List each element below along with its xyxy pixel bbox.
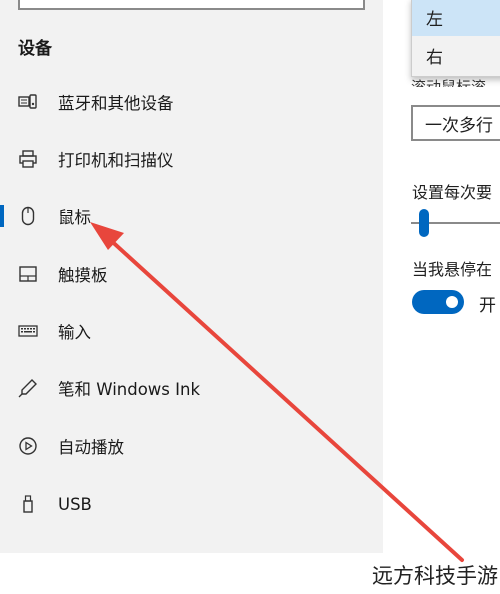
- autoplay-icon: [18, 436, 38, 456]
- watermark-text: 远方科技手游: [372, 564, 498, 588]
- sidebar-item-label: 蓝牙和其他设备: [58, 94, 174, 113]
- scroll-amount-select[interactable]: 一次多行: [411, 105, 500, 141]
- sidebar-item-touchpad[interactable]: 触摸板: [0, 254, 383, 294]
- sidebar-item-pen[interactable]: 笔和 Windows Ink: [0, 368, 383, 408]
- pen-icon: [18, 378, 38, 398]
- dropdown-option-left[interactable]: 左: [412, 0, 500, 36]
- keyboard-icon: [18, 321, 38, 341]
- mouse-settings-pane: 左 右 滚动鼠标滚 一次多行 设置每次要 当我悬停在 开: [383, 0, 500, 553]
- sidebar-item-label: 笔和 Windows Ink: [58, 380, 201, 399]
- hover-scroll-label: 当我悬停在: [412, 260, 493, 279]
- sidebar-item-label: 触摸板: [58, 266, 108, 285]
- sidebar-item-label: 鼠标: [58, 208, 91, 227]
- active-indicator: [0, 205, 4, 227]
- sidebar-item-mouse[interactable]: 鼠标: [0, 196, 383, 236]
- mouse-icon: [18, 206, 38, 226]
- sidebar-item-autoplay[interactable]: 自动播放: [0, 426, 383, 466]
- lines-to-scroll-label: 设置每次要: [412, 183, 493, 202]
- sidebar-item-label: 自动播放: [58, 438, 124, 457]
- sidebar-item-printers[interactable]: 打印机和扫描仪: [0, 139, 383, 179]
- primary-button-dropdown-list[interactable]: 左 右: [411, 0, 500, 77]
- lines-slider-thumb[interactable]: [419, 209, 429, 237]
- dropdown-option-right[interactable]: 右: [412, 36, 500, 74]
- sidebar-item-label: 输入: [58, 323, 91, 342]
- search-input[interactable]: [18, 0, 365, 10]
- settings-sidebar: 设备 蓝牙和其他设备 打印机和扫描仪 鼠标 触摸板 输入 笔和 Windows …: [0, 0, 383, 553]
- usb-icon: [18, 494, 38, 514]
- hover-scroll-toggle[interactable]: [412, 290, 464, 314]
- sidebar-item-typing[interactable]: 输入: [0, 311, 383, 351]
- toggle-state-label: 开: [479, 296, 496, 316]
- touchpad-icon: [18, 264, 38, 284]
- bluetooth-devices-icon: [18, 92, 38, 112]
- printer-icon: [18, 149, 38, 169]
- toggle-knob: [446, 296, 458, 308]
- sidebar-item-label: 打印机和扫描仪: [58, 151, 174, 170]
- scroll-setting-label: 滚动鼠标滚: [411, 78, 487, 87]
- sidebar-item-usb[interactable]: USB: [0, 484, 383, 524]
- sidebar-item-label: USB: [58, 494, 92, 514]
- sidebar-item-bluetooth[interactable]: 蓝牙和其他设备: [0, 82, 383, 122]
- section-title: 设备: [18, 39, 52, 59]
